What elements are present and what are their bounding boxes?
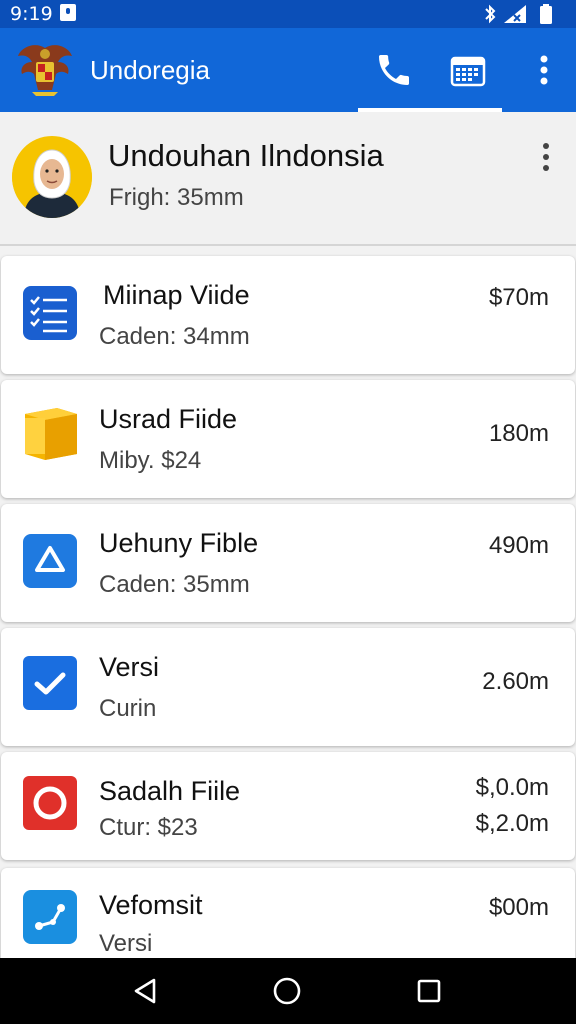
item-title: Uehuny Fible — [99, 528, 259, 558]
back-triangle-icon — [134, 978, 156, 1004]
more-vertical-icon — [540, 55, 548, 85]
avatar — [12, 136, 92, 218]
status-icons — [485, 4, 552, 24]
item-title: Usrad Fiide — [99, 404, 238, 434]
item-subtitle: Versi — [99, 930, 153, 957]
item-subtitle: Ctur: $23 — [99, 814, 198, 841]
item-value: 180m — [488, 420, 549, 447]
wifi-signal-icon — [504, 5, 526, 23]
back-button[interactable] — [124, 970, 166, 1012]
list-item[interactable]: Versi Curin 2.60m — [1, 628, 575, 746]
check-icon — [23, 656, 77, 710]
item-subtitle: Caden: 35mm — [99, 571, 250, 598]
list-item[interactable]: Usrad Fiide Miby. $24 180m — [1, 380, 575, 498]
record-circle-icon — [23, 776, 77, 830]
phone-button[interactable] — [366, 42, 422, 98]
calendar-icon — [450, 56, 486, 87]
item-value: 490m — [488, 532, 549, 559]
profile-more-button[interactable] — [530, 140, 562, 174]
notification-icon — [60, 4, 76, 21]
status-time: 9:19 — [10, 3, 53, 25]
item-title: Versi — [99, 652, 160, 682]
item-title: Sadalh Fiile — [99, 776, 241, 806]
item-value: $,0.0m — [475, 774, 549, 801]
item-subtitle: Miby. $24 — [99, 447, 202, 474]
battery-icon — [540, 4, 552, 24]
user-avatar-icon — [12, 137, 92, 218]
app-bar: Undoregia — [0, 28, 576, 112]
phone-icon — [379, 55, 409, 85]
overflow-menu-button[interactable] — [516, 42, 572, 98]
item-subtitle: Caden: 34mm — [99, 323, 250, 350]
list-item[interactable]: Sadalh Fiile Ctur: $23 $,0.0m $,2.0m — [1, 752, 575, 860]
more-vertical-icon — [543, 143, 549, 171]
item-value: $00m — [488, 894, 549, 921]
item-subtitle: Curin — [99, 695, 157, 722]
navigation-bar — [0, 958, 576, 1024]
bluetooth-icon — [485, 4, 496, 24]
profile-name: Undouhan Ilndonsia — [108, 138, 384, 173]
share-nodes-icon — [23, 890, 77, 944]
list-item[interactable]: Miinap Viide Caden: 34mm $70m — [1, 256, 575, 374]
garuda-emblem-icon — [18, 45, 72, 96]
item-title: Miinap Viide — [103, 280, 250, 310]
item-value-secondary: $,2.0m — [475, 810, 549, 837]
profile-subtitle: Frigh: 35mm — [109, 184, 244, 211]
app-title: Undoregia — [90, 55, 210, 85]
home-button[interactable] — [266, 970, 308, 1012]
item-value: 2.60m — [482, 668, 549, 695]
triangle-icon — [23, 534, 77, 588]
status-bar: 9:19 — [0, 0, 576, 28]
folder-cube-icon — [25, 408, 77, 460]
item-title: Vefomsit — [99, 890, 203, 920]
profile-header[interactable]: Undouhan Ilndonsia Frigh: 35mm — [0, 112, 576, 246]
list-item[interactable]: Vefomsit Versi $00m — [1, 868, 575, 968]
home-circle-icon — [273, 977, 301, 1005]
list-item[interactable]: Uehuny Fible Caden: 35mm 490m — [1, 504, 575, 622]
calendar-button[interactable] — [440, 42, 496, 98]
checklist-icon — [23, 286, 77, 340]
recents-button[interactable] — [408, 970, 450, 1012]
item-value: $70m — [488, 284, 549, 311]
recents-square-icon — [417, 979, 441, 1003]
